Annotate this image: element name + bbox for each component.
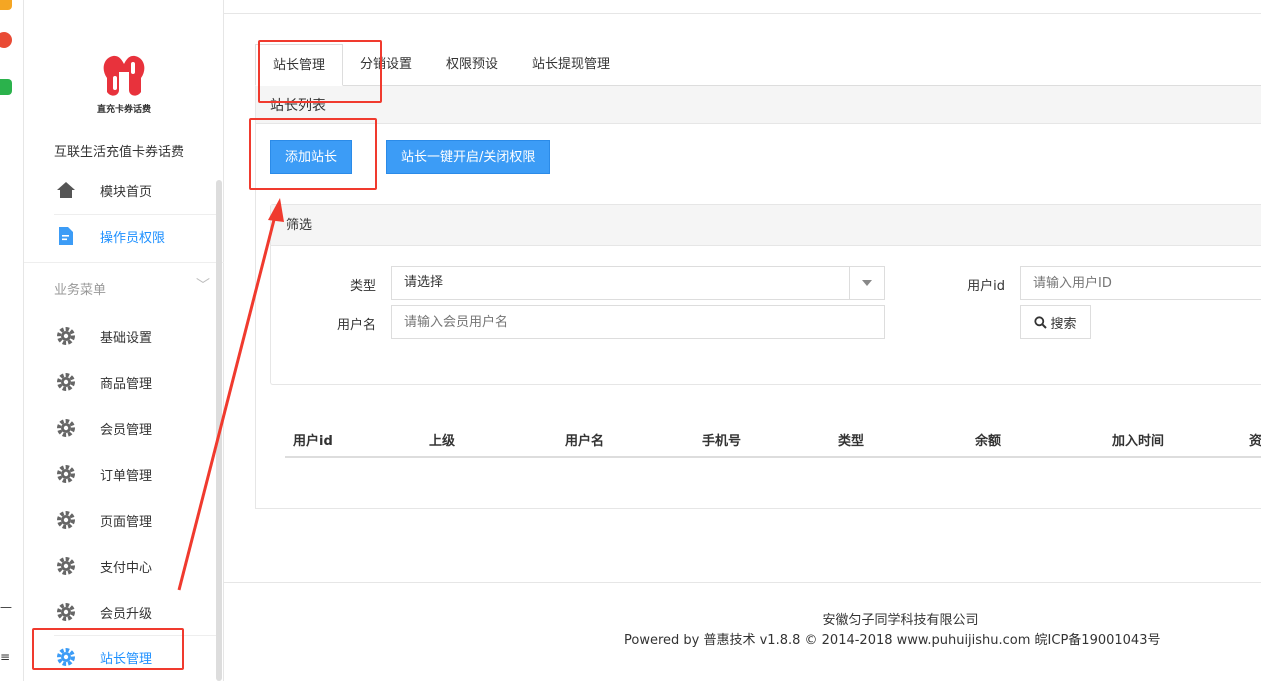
gear-icon <box>54 510 78 530</box>
logo-caption: 直充卡券话费 <box>96 105 151 115</box>
gear-icon <box>54 372 78 392</box>
sidebar-item-label: 操作员权限 <box>100 230 166 246</box>
sidebar: 直充卡券话费 互联生活充值卡券话费 模块首页 操作员权限 业务菜单 ﹀ 基础设置… <box>24 0 224 681</box>
sidebar-scrollbar[interactable] <box>216 180 222 681</box>
userid-input[interactable] <box>1020 266 1261 300</box>
username-input[interactable] <box>391 305 885 339</box>
sidebar-item-label: 订单管理 <box>100 468 153 484</box>
section-title-business-menu: 业务菜单 <box>54 283 107 298</box>
sidebar-item-orders[interactable]: 订单管理 <box>54 451 222 497</box>
annotation-box-tab <box>258 40 382 103</box>
app-shortcut-icon[interactable] <box>0 0 12 10</box>
weibo-icon[interactable] <box>0 32 12 48</box>
sidebar-item-label: 页面管理 <box>100 514 153 530</box>
brand-logo-icon <box>103 55 145 96</box>
search-icon <box>1034 315 1048 329</box>
document-edit-icon <box>54 226 78 246</box>
sidebar-item-label: 商品管理 <box>100 376 153 392</box>
mail-icon[interactable] <box>0 79 12 95</box>
tab-permission-presets[interactable]: 权限预设 <box>429 44 515 86</box>
footer-company: 安徽匀子同学科技有限公司 <box>822 613 979 628</box>
th-username: 用户名 <box>565 434 605 449</box>
app-name: 互联生活充值卡券话费 <box>54 145 185 160</box>
sidebar-item-label: 支付中心 <box>100 560 153 576</box>
th-parent: 上级 <box>429 434 456 449</box>
th-type: 类型 <box>838 434 865 449</box>
toggle-permissions-button[interactable]: 站长一键开启/关闭权限 <box>386 140 551 174</box>
caret-down-icon <box>849 267 884 299</box>
search-button-label: 搜索 <box>1050 316 1077 332</box>
tab-webmaster-withdrawal[interactable]: 站长提现管理 <box>515 44 627 86</box>
panel-title: 站长列表 <box>256 86 1261 124</box>
sidebar-item-label: 模块首页 <box>100 184 153 200</box>
gear-icon <box>54 556 78 576</box>
gear-icon <box>54 464 78 484</box>
gear-icon <box>54 326 78 346</box>
type-select-value: 请选择 <box>404 275 444 290</box>
annotation-box-add-button <box>249 118 377 190</box>
th-truncated: 资 <box>1249 434 1261 449</box>
sidebar-item-label: 会员管理 <box>100 422 153 438</box>
footer-powered: Powered by 普惠技术 v1.8.8 © 2014-2018 www.p… <box>624 633 1161 648</box>
sidebar-item-goods[interactable]: 商品管理 <box>54 359 222 405</box>
th-join-time: 加入时间 <box>1112 434 1165 449</box>
username-label: 用户名 <box>336 318 376 333</box>
search-button[interactable]: 搜索 <box>1020 305 1091 339</box>
table-header: 用户id 上级 用户名 手机号 类型 余额 加入时间 资 <box>285 418 1261 458</box>
sidebar-item-operator-permissions[interactable]: 操作员权限 <box>54 213 222 259</box>
filter-title: 筛选 <box>271 205 1261 246</box>
sidebar-item-basic-settings[interactable]: 基础设置 <box>54 313 222 359</box>
sidebar-item-label: 基础设置 <box>100 330 153 346</box>
annotation-box-sidebar-item <box>32 628 184 670</box>
gear-icon <box>54 602 78 622</box>
th-balance: 余额 <box>975 434 1002 449</box>
menu-lines-icon[interactable]: ≡ <box>0 650 10 664</box>
type-label: 类型 <box>349 279 376 294</box>
home-icon <box>54 180 78 200</box>
sidebar-item-pages[interactable]: 页面管理 <box>54 497 222 543</box>
sidebar-item-payment[interactable]: 支付中心 <box>54 543 222 589</box>
sidebar-item-module-home[interactable]: 模块首页 <box>54 167 222 213</box>
type-select[interactable]: 请选择 <box>391 266 885 300</box>
userid-label: 用户id <box>967 279 1005 294</box>
th-phone: 手机号 <box>702 434 742 449</box>
dash-icon: — <box>0 600 12 614</box>
gear-icon <box>54 418 78 438</box>
chevron-down-icon[interactable]: ﹀ <box>196 275 210 295</box>
sidebar-item-label: 会员升级 <box>100 606 153 622</box>
sidebar-item-members[interactable]: 会员管理 <box>54 405 222 451</box>
left-app-strip: — ≡ <box>0 0 24 681</box>
th-user-id: 用户id <box>293 434 333 449</box>
